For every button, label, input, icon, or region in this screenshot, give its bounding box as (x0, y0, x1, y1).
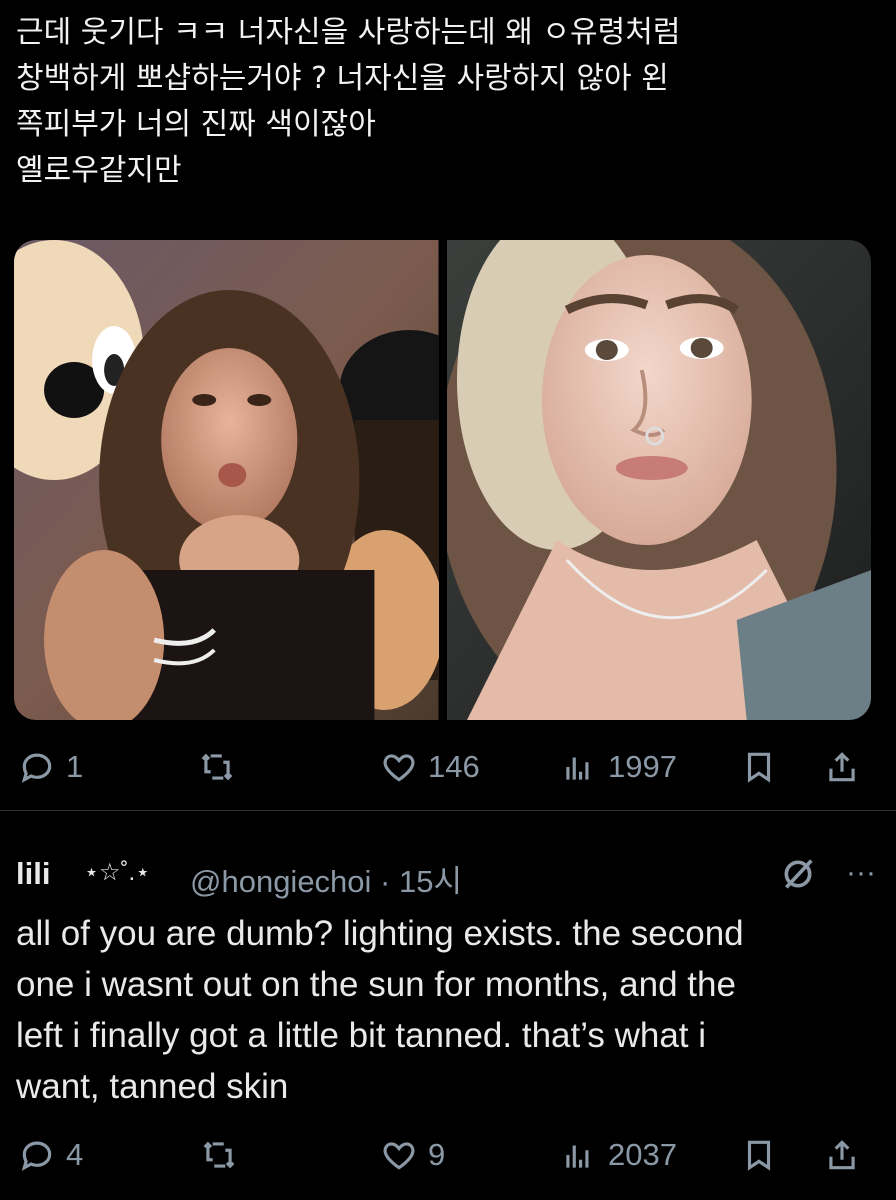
like-icon (383, 1142, 415, 1170)
tweet-actions: 1 146 1997 (18, 742, 878, 792)
bookmark-icon (747, 752, 771, 783)
like-count: 146 (428, 749, 480, 784)
reply-bookmark-button[interactable] (740, 1136, 778, 1174)
reply-icon (21, 1141, 52, 1171)
grok-icon[interactable] (778, 854, 818, 894)
like-icon (383, 754, 415, 782)
share-icon (829, 1140, 855, 1170)
view-count: 1997 (608, 749, 677, 784)
reply-count: 1 (66, 749, 84, 784)
photo-right[interactable] (446, 240, 871, 720)
views-button[interactable]: 1997 (560, 748, 677, 786)
reply-like-count: 9 (428, 1137, 446, 1172)
reply-header: lili ⋆☆˚.⋆ @hongiechoi · 15시 ··· (16, 850, 876, 900)
reply-reply-count: 4 (66, 1137, 84, 1172)
retweet-button[interactable] (198, 748, 246, 786)
reply-button[interactable]: 1 (18, 748, 83, 786)
reply-view-count: 2037 (608, 1137, 677, 1172)
reply-reply-button[interactable]: 4 (18, 1136, 83, 1174)
reply-retweet-button[interactable] (200, 1136, 248, 1174)
retweet-icon (203, 1141, 235, 1169)
reply-display-name[interactable]: lili (16, 856, 50, 892)
reply-share-button[interactable] (823, 1136, 861, 1174)
reply-name-decoration: ⋆☆˚.⋆ (84, 859, 151, 886)
photo-left[interactable] (14, 240, 439, 720)
retweet-icon (201, 753, 233, 781)
views-icon (566, 757, 589, 780)
bookmark-icon (747, 1140, 771, 1171)
like-button[interactable]: 146 (380, 748, 480, 786)
photo-right-image (446, 240, 871, 720)
reply-icon (21, 753, 52, 783)
reply-actions: 4 9 2037 (18, 1130, 878, 1180)
divider (0, 810, 896, 811)
more-icon[interactable]: ··· (846, 854, 876, 894)
photo-left-image (14, 240, 439, 720)
reply-handle-time[interactable]: @hongiechoi · 15시 (190, 856, 462, 901)
reply-text: all of you are dumb? lighting exists. th… (16, 914, 744, 1106)
views-icon (566, 1145, 589, 1168)
bookmark-button[interactable] (740, 748, 778, 786)
share-button[interactable] (823, 748, 861, 786)
tweet-text: 근데 웃기다 ㅋㅋ 너자신을 사랑하는데 왜 ㅇ유령처럼 창백하게 뽀샵하는거야… (16, 15, 681, 188)
tweet-media[interactable] (14, 240, 871, 720)
reply-like-button[interactable]: 9 (380, 1136, 445, 1174)
reply-header-icons: ··· (778, 854, 876, 894)
share-icon (829, 752, 855, 782)
reply-views-button[interactable]: 2037 (560, 1136, 677, 1174)
